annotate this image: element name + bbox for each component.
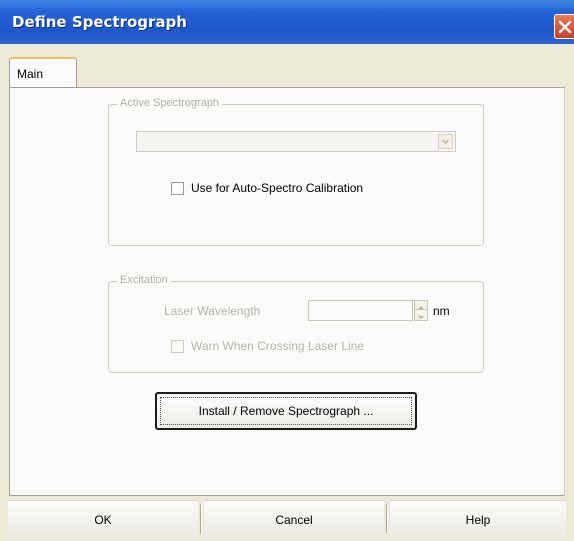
window-title: Define Spectrograph (12, 13, 187, 31)
help-label: Help (465, 512, 491, 527)
laser-wavelength-label: Laser Wavelength (164, 304, 261, 318)
dialog-body: Main Active Spectrograph Use for Auto-Sp… (0, 44, 574, 541)
auto-calibration-label: Use for Auto-Spectro Calibration (191, 181, 364, 195)
spin-up-button[interactable] (415, 301, 427, 310)
auto-calibration-checkbox[interactable] (171, 182, 184, 195)
combo-dropdown-button[interactable] (438, 134, 453, 149)
title-bar: Define Spectrograph (0, 0, 574, 44)
help-button[interactable]: Help (390, 500, 566, 538)
wavelength-unit-label: nm (433, 304, 450, 318)
close-button[interactable] (554, 14, 574, 39)
active-spectrograph-combo[interactable] (136, 131, 456, 152)
spin-down-button[interactable] (415, 311, 427, 320)
excitation-legend: Excitation (117, 274, 171, 286)
ok-label: OK (94, 512, 112, 527)
tab-main-label: Main (17, 67, 44, 81)
warn-laser-line-checkbox[interactable] (171, 340, 184, 353)
warn-laser-line-label: Warn When Crossing Laser Line (191, 339, 364, 353)
tab-panel-main: Active Spectrograph Use for Auto-Spectro… (9, 87, 565, 496)
laser-wavelength-spinner[interactable] (414, 300, 428, 321)
active-spectrograph-legend: Active Spectrograph (117, 97, 223, 109)
footer-separator (200, 504, 202, 534)
tab-main[interactable]: Main (9, 57, 77, 88)
spin-down-arrow-icon (418, 316, 424, 319)
chevron-down-icon (441, 139, 450, 145)
excitation-group: Excitation Laser Wavelength nm Warn When… (108, 274, 484, 373)
active-spectrograph-group: Active Spectrograph Use for Auto-Spectro… (108, 97, 484, 246)
ok-button[interactable]: OK (8, 500, 198, 538)
close-x-icon (558, 20, 572, 34)
cancel-button[interactable]: Cancel (204, 500, 384, 538)
cancel-label: Cancel (275, 512, 313, 527)
focus-rect (160, 397, 412, 425)
install-remove-spectrograph-button[interactable]: Install / Remove Spectrograph ... (155, 392, 417, 430)
footer-separator (386, 504, 388, 534)
laser-wavelength-input[interactable] (308, 300, 413, 321)
